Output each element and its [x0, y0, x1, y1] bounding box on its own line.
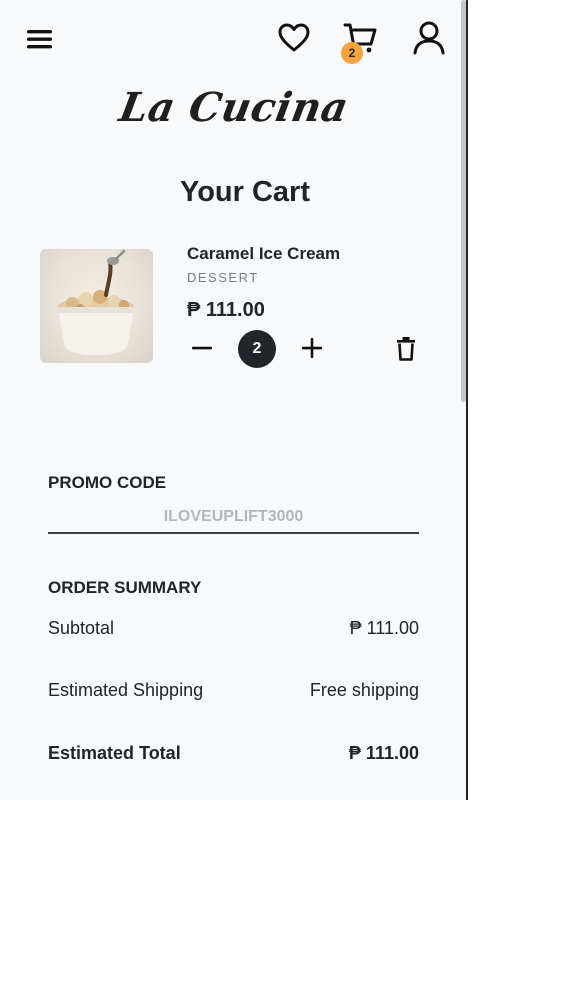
minus-icon: [192, 346, 212, 350]
subtotal-row: Subtotal ₱ 111.00: [48, 618, 419, 639]
product-image[interactable]: [40, 249, 153, 363]
total-label: Estimated Total: [48, 743, 181, 763]
subtotal-value: ₱ 111.00: [349, 618, 419, 638]
promo-code-heading: PROMO CODE: [48, 473, 167, 492]
quantity-value: 2: [238, 330, 276, 368]
item-category: DESSERT: [187, 270, 259, 285]
total-row: Estimated Total ₱ 111.00: [48, 743, 419, 764]
brand-logo[interactable]: La Cucina: [0, 84, 466, 131]
heart-icon: [278, 23, 310, 52]
app-frame: 2 La Cucina Your Cart Caramel Ice Cream …: [0, 0, 468, 800]
menu-button[interactable]: [22, 22, 56, 56]
decrease-quantity-button[interactable]: [190, 336, 214, 360]
shipping-label: Estimated Shipping: [48, 680, 204, 700]
total-value: ₱ 111.00: [348, 743, 419, 763]
promo-code-input[interactable]: [48, 502, 419, 534]
order-summary-heading: ORDER SUMMARY: [48, 578, 202, 597]
wishlist-button[interactable]: [276, 20, 312, 56]
item-name: Caramel Ice Cream: [187, 244, 341, 263]
shipping-row: Estimated Shipping Free shipping: [48, 680, 419, 701]
increase-quantity-button[interactable]: [300, 336, 324, 360]
hamburger-menu-icon: [27, 30, 52, 49]
scrollbar-thumb[interactable]: [461, 0, 466, 402]
plus-icon: [302, 338, 322, 358]
item-price: ₱ 111.00: [187, 299, 265, 321]
cart-count-badge: 2: [341, 42, 363, 64]
top-navbar: 2: [0, 0, 460, 80]
page-title: Your Cart: [180, 176, 310, 208]
ice-cream-cup-image: [58, 249, 134, 355]
user-icon: [413, 21, 445, 55]
account-button[interactable]: [410, 18, 448, 58]
trash-icon: [397, 337, 415, 361]
shipping-value: Free shipping: [309, 680, 419, 700]
subtotal-label: Subtotal: [48, 618, 115, 638]
remove-item-button[interactable]: [394, 336, 418, 362]
